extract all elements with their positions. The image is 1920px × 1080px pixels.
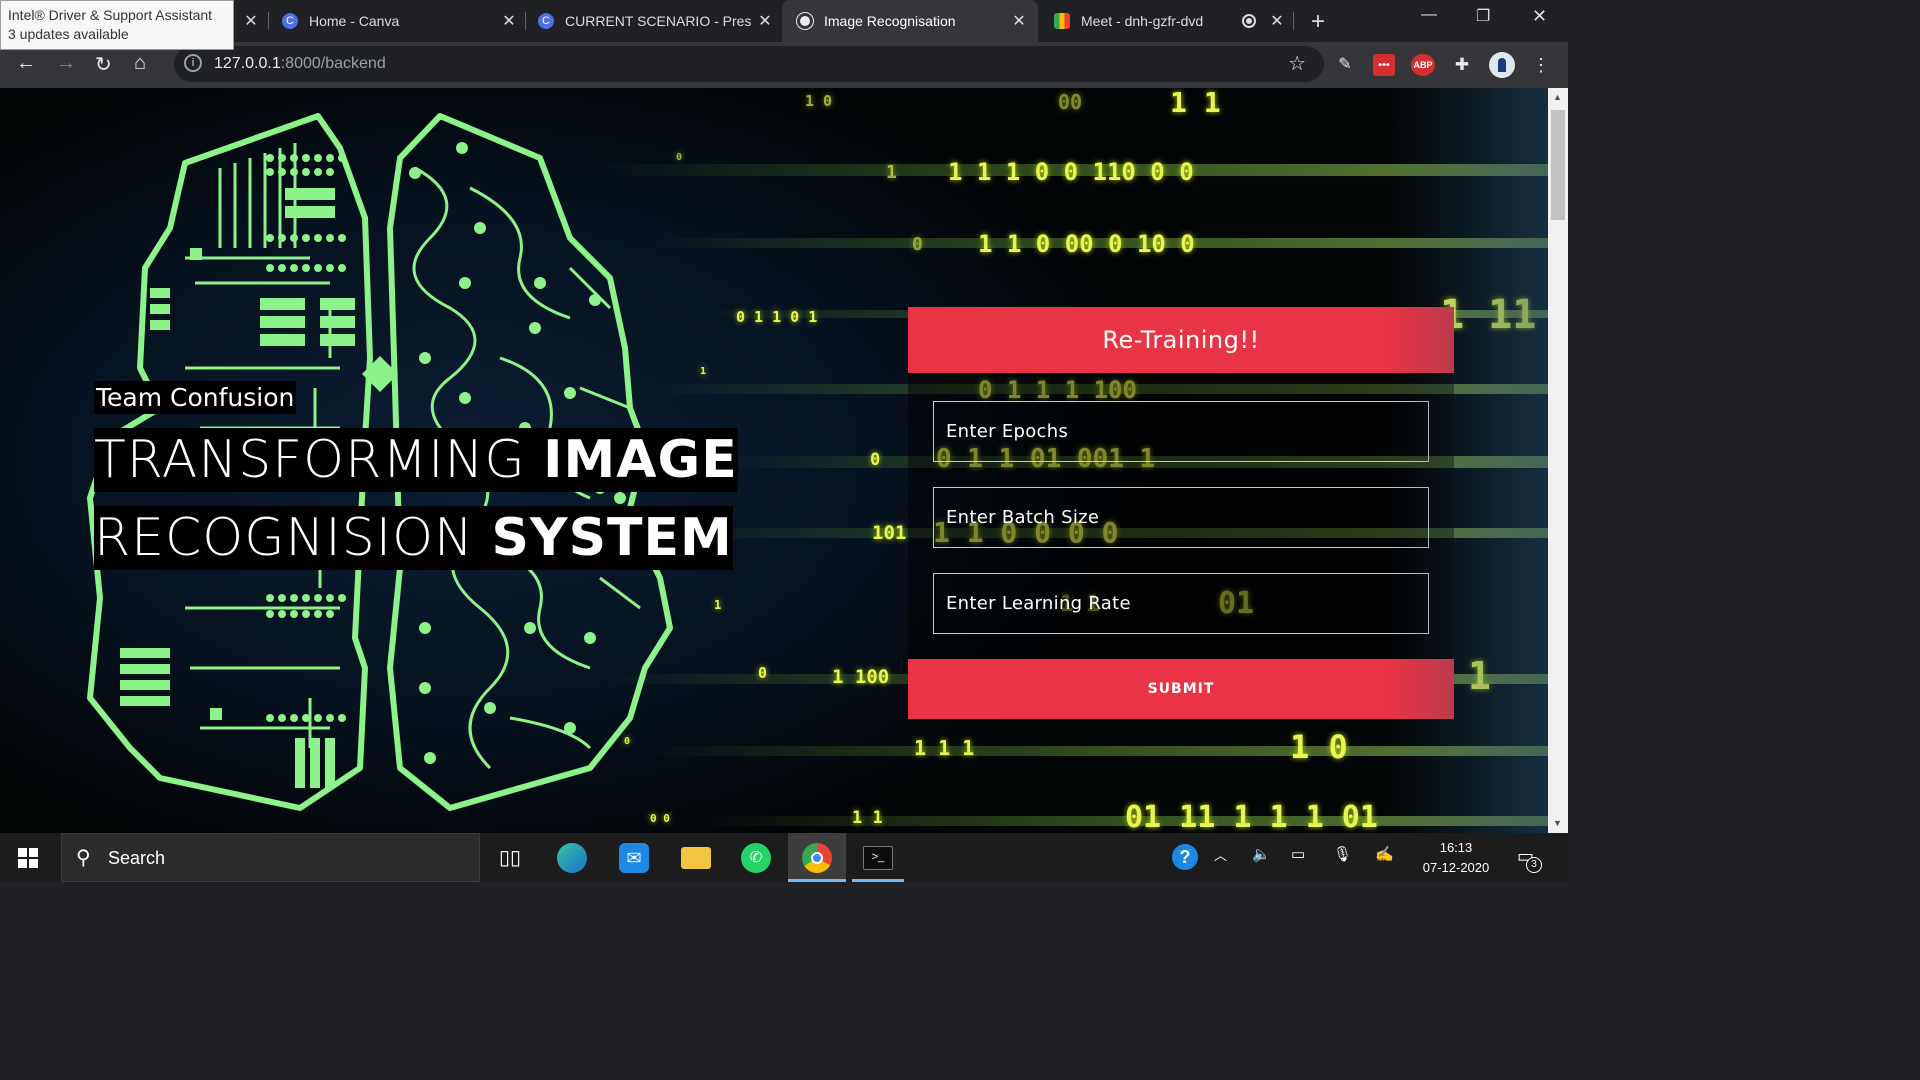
- tab-title: CURRENT SCENARIO - Pres: [565, 13, 752, 29]
- terminal-icon[interactable]: >_: [863, 846, 893, 870]
- close-icon[interactable]: ✕: [500, 11, 518, 31]
- tab-strip: Intel® Driver & Support Assistant 3 upda…: [0, 0, 1568, 50]
- epochs-input[interactable]: [933, 401, 1429, 462]
- learning-rate-input[interactable]: [933, 573, 1429, 634]
- close-window-button[interactable]: ✕: [1532, 6, 1547, 27]
- google-meet-icon: [1054, 13, 1070, 29]
- globe-icon: [797, 13, 813, 29]
- team-name: Team Confusion: [94, 381, 297, 414]
- chrome-running-indicator: [788, 879, 846, 882]
- close-icon[interactable]: ✕: [1268, 11, 1286, 31]
- search-icon: ⚲: [76, 847, 91, 869]
- forward-arrow-icon[interactable]: →: [56, 52, 76, 75]
- tab-google-meet[interactable]: Meet - dnh-gzfr-dvd ✕: [1054, 0, 1286, 42]
- extensions-puzzle-icon[interactable]: ✚: [1451, 54, 1473, 76]
- page-scrollbar[interactable]: ▲ ▼: [1548, 88, 1568, 833]
- dots-extension-icon[interactable]: •••: [1373, 54, 1395, 76]
- headline-line-2: RECOGNISION SYSTEM: [94, 506, 733, 570]
- canva-icon: C: [538, 13, 554, 29]
- intel-update-notification[interactable]: Intel® Driver & Support Assistant 3 upda…: [0, 0, 234, 50]
- canva-icon: C: [282, 13, 298, 29]
- close-icon[interactable]: ✕: [242, 11, 260, 31]
- page-viewport: 1 0 00 1 1 1 1 1 1 0 0 110 0 0 0 1 1 0 0…: [0, 88, 1548, 833]
- site-info-icon[interactable]: i: [184, 54, 202, 72]
- terminal-running-indicator: [852, 879, 904, 882]
- clock-time: 16:13: [1439, 840, 1473, 855]
- notification-subtitle: 3 updates available: [8, 26, 129, 42]
- notification-title: Intel® Driver & Support Assistant: [8, 7, 213, 23]
- tab-close-intel[interactable]: ✕: [242, 0, 264, 42]
- pen-extension-icon[interactable]: ✎: [1333, 54, 1357, 76]
- help-icon[interactable]: ?: [1172, 844, 1198, 870]
- minimize-button[interactable]: —: [1421, 6, 1437, 24]
- submit-button[interactable]: SUBMIT: [908, 659, 1454, 719]
- chrome-icon[interactable]: [802, 843, 832, 873]
- tab-title: Image Recognisation: [824, 13, 956, 29]
- show-hidden-icons-chevron-icon[interactable]: ︿: [1214, 845, 1227, 864]
- taskbar-clock[interactable]: 16:13 07-12-2020: [1412, 838, 1500, 878]
- headline-line-1: TRANSFORMING IMAGE: [94, 428, 738, 492]
- volume-icon[interactable]: 🔈: [1252, 845, 1271, 863]
- scrollbar-thumb[interactable]: [1551, 110, 1565, 220]
- close-icon[interactable]: ✕: [1010, 11, 1028, 31]
- retraining-header: Re-Training!!: [908, 307, 1454, 373]
- scroll-down-arrow-icon[interactable]: ▼: [1553, 818, 1562, 828]
- back-arrow-icon[interactable]: ←: [16, 52, 36, 75]
- windows-start-icon[interactable]: [18, 848, 38, 868]
- new-tab-button[interactable]: +: [1311, 8, 1325, 36]
- battery-icon[interactable]: ▭: [1291, 845, 1305, 863]
- address-bar[interactable]: i 127.0.0.1:8000/backend ☆: [174, 46, 1324, 82]
- person-icon: [1498, 58, 1506, 72]
- tab-image-recognisation[interactable]: Image Recognisation ✕: [782, 0, 1038, 42]
- adblock-plus-icon[interactable]: ABP: [1411, 54, 1435, 76]
- profile-avatar[interactable]: [1489, 52, 1515, 78]
- reload-icon[interactable]: ↻: [95, 52, 112, 77]
- edge-icon[interactable]: [557, 843, 587, 873]
- tab-home-canva[interactable]: C Home - Canva ✕: [282, 0, 518, 42]
- tab-current-scenario[interactable]: C CURRENT SCENARIO - Pres ✕: [538, 0, 774, 42]
- mail-icon[interactable]: ✉: [619, 843, 649, 873]
- notification-count-badge: 3: [1526, 857, 1542, 873]
- whatsapp-icon[interactable]: ✆: [741, 843, 771, 873]
- recording-indicator-icon: [1242, 14, 1256, 28]
- url-text[interactable]: 127.0.0.1:8000/backend: [214, 55, 386, 73]
- tab-title: Home - Canva: [309, 13, 400, 29]
- restore-button[interactable]: ❐: [1476, 6, 1490, 26]
- tab-title: Meet - dnh-gzfr-dvd: [1081, 13, 1204, 29]
- file-explorer-icon[interactable]: [681, 847, 711, 869]
- browser-toolbar: ← → ↻ ⌂ i 127.0.0.1:8000/backend ☆ ✎ •••…: [0, 42, 1568, 88]
- taskbar-search-box[interactable]: ⚲ Search: [61, 833, 480, 882]
- pen-workspace-icon[interactable]: ✍: [1375, 845, 1394, 863]
- microphone-icon[interactable]: 🎙: [1333, 845, 1352, 863]
- clock-date: 07-12-2020: [1422, 860, 1490, 875]
- bookmark-star-icon[interactable]: ☆: [1288, 51, 1306, 76]
- scroll-up-arrow-icon[interactable]: ▲: [1553, 92, 1562, 102]
- batch-size-input[interactable]: [933, 487, 1429, 548]
- windows-taskbar: ⚲ Search ▯▯ ✉ ✆ >_ ? ︿ 🔈 ▭ 🎙 ✍ 16:13 07-…: [0, 833, 1568, 882]
- task-view-icon[interactable]: ▯▯: [495, 843, 525, 873]
- close-icon[interactable]: ✕: [756, 11, 774, 31]
- home-icon[interactable]: ⌂: [134, 52, 146, 75]
- search-placeholder: Search: [108, 848, 166, 868]
- chrome-menu-icon[interactable]: ⋮: [1532, 54, 1550, 76]
- action-center-icon[interactable]: ▭ 3: [1517, 846, 1542, 873]
